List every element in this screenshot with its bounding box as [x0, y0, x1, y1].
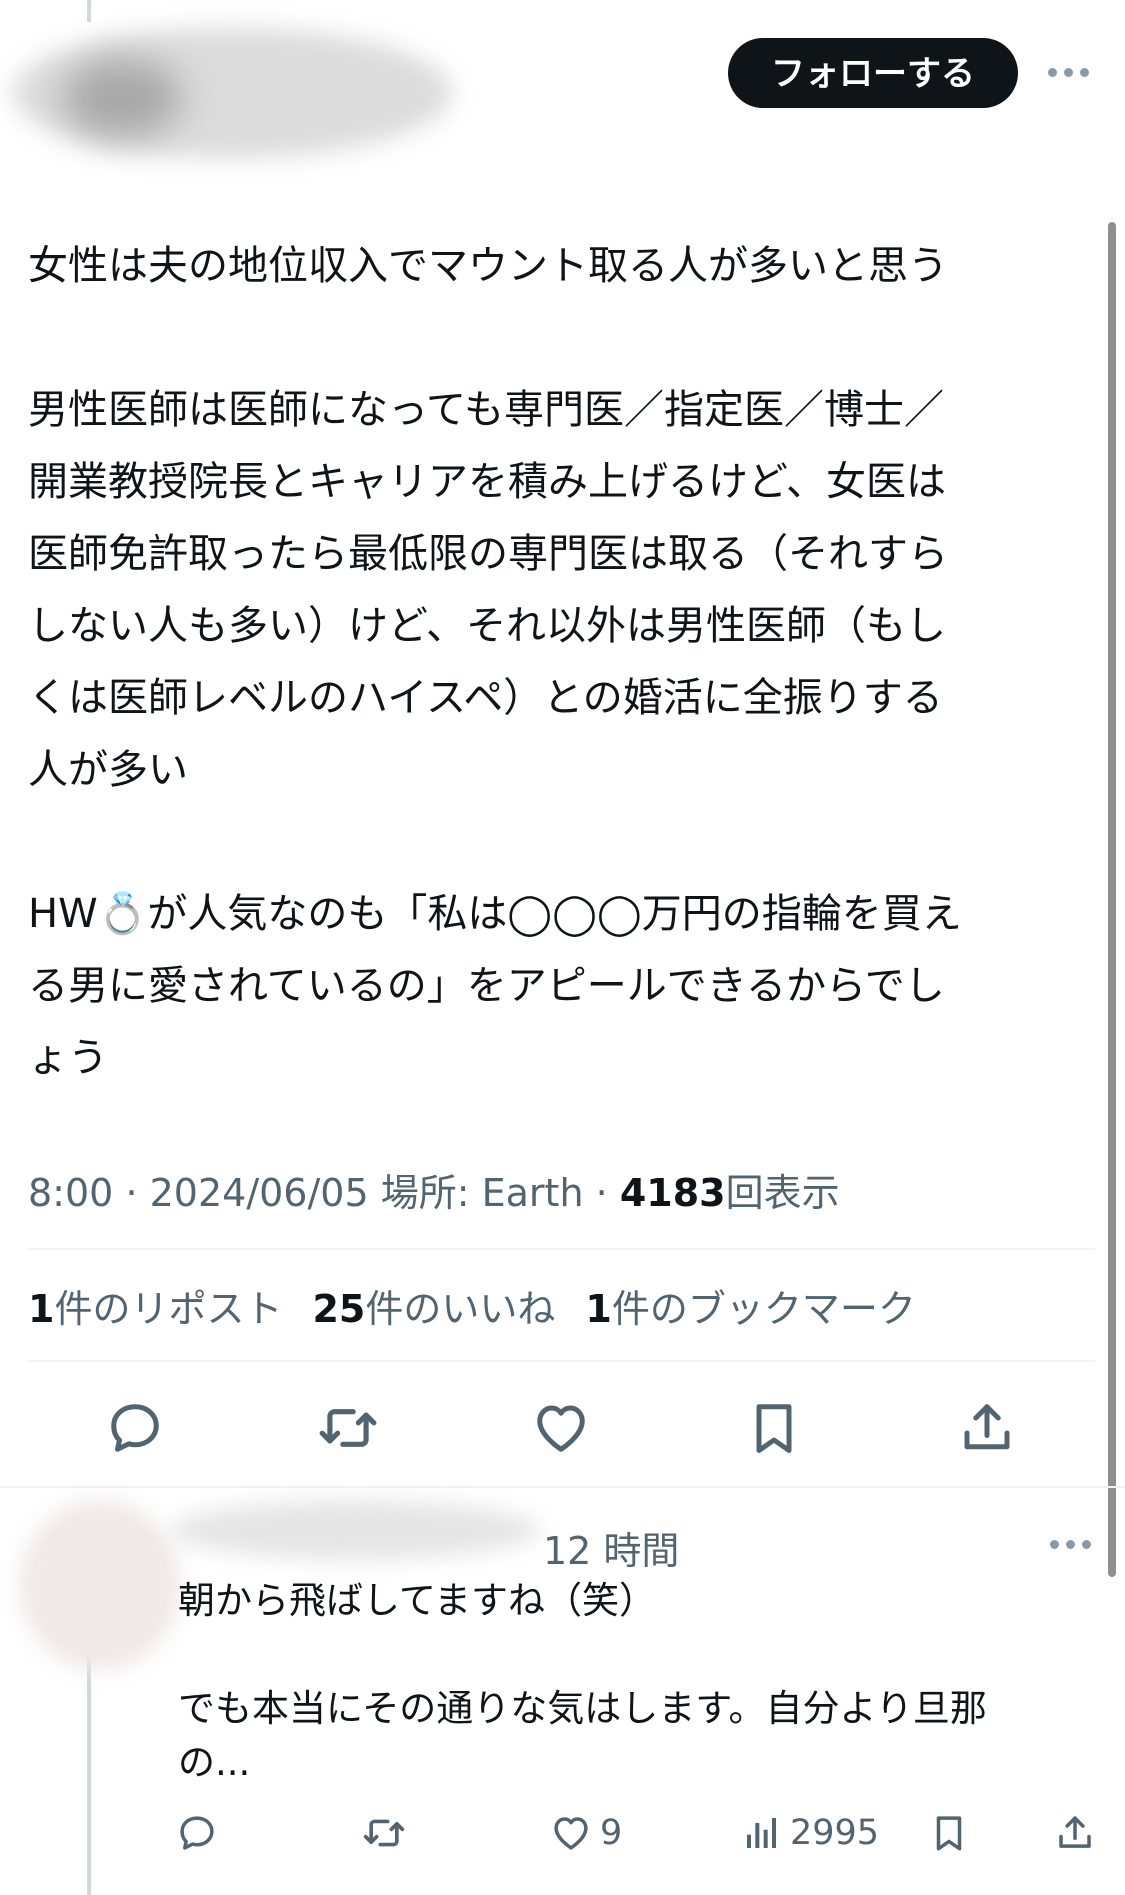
divider [28, 1360, 1095, 1362]
reply-avatar[interactable] [20, 1500, 180, 1670]
view-count-label: 回表示 [725, 1171, 840, 1215]
reply-repost-button[interactable] [362, 1808, 406, 1858]
reply-line: の... [178, 1741, 251, 1784]
reply-line: でも本当にその通りな気はします。自分より旦那 [178, 1687, 987, 1730]
views-icon [747, 1818, 776, 1848]
reposts-label: 件のリポスト [54, 1287, 283, 1331]
thread-line [87, 1650, 91, 1895]
post-line: 男性医師は医師になっても専門医／指定医／博士／ [28, 387, 944, 433]
post-line: 女性は夫の地位収入でマウント取る人が多いと思う [28, 243, 948, 289]
reply-like-button[interactable]: 9 [550, 1808, 622, 1858]
reply-like-count: 9 [600, 1813, 623, 1853]
repost-icon [319, 1409, 377, 1447]
post-line: る男に愛されているの」をアピールできるからでし [28, 963, 945, 1009]
reply-icon [111, 1404, 159, 1452]
bookmarks-stat[interactable]: 1件のブックマーク [585, 1278, 915, 1333]
avatar[interactable] [62, 58, 182, 138]
more-icon[interactable] [1048, 68, 1089, 77]
reply-line: 朝から飛ばしてますね（笑） [178, 1579, 657, 1622]
reply-author-blurred[interactable] [170, 1500, 540, 1560]
post-meta: 8:00 · 2024/06/05 場所: Earth · 4183回表示 [28, 1162, 840, 1217]
reply-body[interactable]: 朝から飛ばしてますね（笑） でも本当にその通りな気はします。自分より旦那 の..… [178, 1574, 1058, 1790]
like-icon [537, 1405, 585, 1452]
likes-stat[interactable]: 25件のいいね [312, 1278, 555, 1333]
share-icon [964, 1404, 1010, 1450]
scrollbar[interactable] [1108, 222, 1116, 1577]
thread-line [87, 0, 91, 22]
reposts-count: 1 [28, 1287, 55, 1331]
post-line: ょう [28, 1035, 108, 1081]
post-line: しない人も多い）けど、それ以外は男性医師（もし [28, 603, 946, 649]
bookmark-icon [936, 1816, 962, 1851]
post-line: くは医師レベルのハイスペ）との婚活に全振りする [28, 675, 943, 721]
post-time[interactable]: 8:00 [28, 1171, 113, 1215]
like-button[interactable] [528, 1395, 594, 1461]
reply-more-icon[interactable] [1050, 1540, 1091, 1549]
share-icon [1059, 1816, 1091, 1848]
post-line: HW💍が人気なのも「私は◯◯◯万円の指輪を買え [28, 891, 962, 937]
like-icon [554, 1817, 588, 1850]
bookmark-button[interactable] [741, 1395, 807, 1461]
reply-bookmark-button[interactable] [928, 1808, 970, 1858]
reply-timestamp[interactable]: 12 時間 [543, 1520, 679, 1575]
post-line: 開業教授院長とキャリアを積み上げるけど、女医は [28, 459, 946, 505]
post-stats: 1件のリポスト 25件のいいね 1件のブックマーク [28, 1278, 916, 1333]
bookmarks-count: 1 [585, 1287, 612, 1331]
repost-icon [363, 1819, 405, 1847]
reply-views-button[interactable]: 2995 [742, 1808, 879, 1858]
post-line: 医師免許取ったら最低限の専門医は取る（それすら [28, 531, 948, 577]
post-body: 女性は夫の地位収入でマウント取る人が多いと思う 男性医師は医師になっても専門医／… [28, 230, 1088, 1094]
post-date[interactable]: 2024/06/05 [150, 1171, 369, 1215]
reply-view-count: 2995 [790, 1813, 880, 1853]
likes-count: 25 [312, 1287, 366, 1331]
repost-button[interactable] [315, 1395, 381, 1461]
meta-separator: · [125, 1171, 138, 1215]
reposts-stat[interactable]: 1件のリポスト [28, 1278, 282, 1333]
bookmarks-label: 件のブックマーク [611, 1287, 916, 1331]
meta-separator: · [595, 1171, 608, 1215]
post-location: 場所: Earth [380, 1171, 584, 1215]
divider [28, 1248, 1095, 1250]
reply-button[interactable] [102, 1395, 168, 1461]
reply-share-button[interactable] [1054, 1808, 1096, 1858]
bookmark-icon [756, 1404, 792, 1453]
share-button[interactable] [954, 1395, 1020, 1461]
likes-label: 件のいいね [365, 1287, 556, 1331]
view-count: 4183 [619, 1171, 726, 1215]
follow-button[interactable]: フォローする [728, 38, 1018, 108]
divider [0, 1486, 1125, 1488]
post-line: 人が多い [28, 747, 188, 793]
reply-reply-button[interactable] [176, 1808, 218, 1858]
reply-icon [180, 1816, 214, 1850]
